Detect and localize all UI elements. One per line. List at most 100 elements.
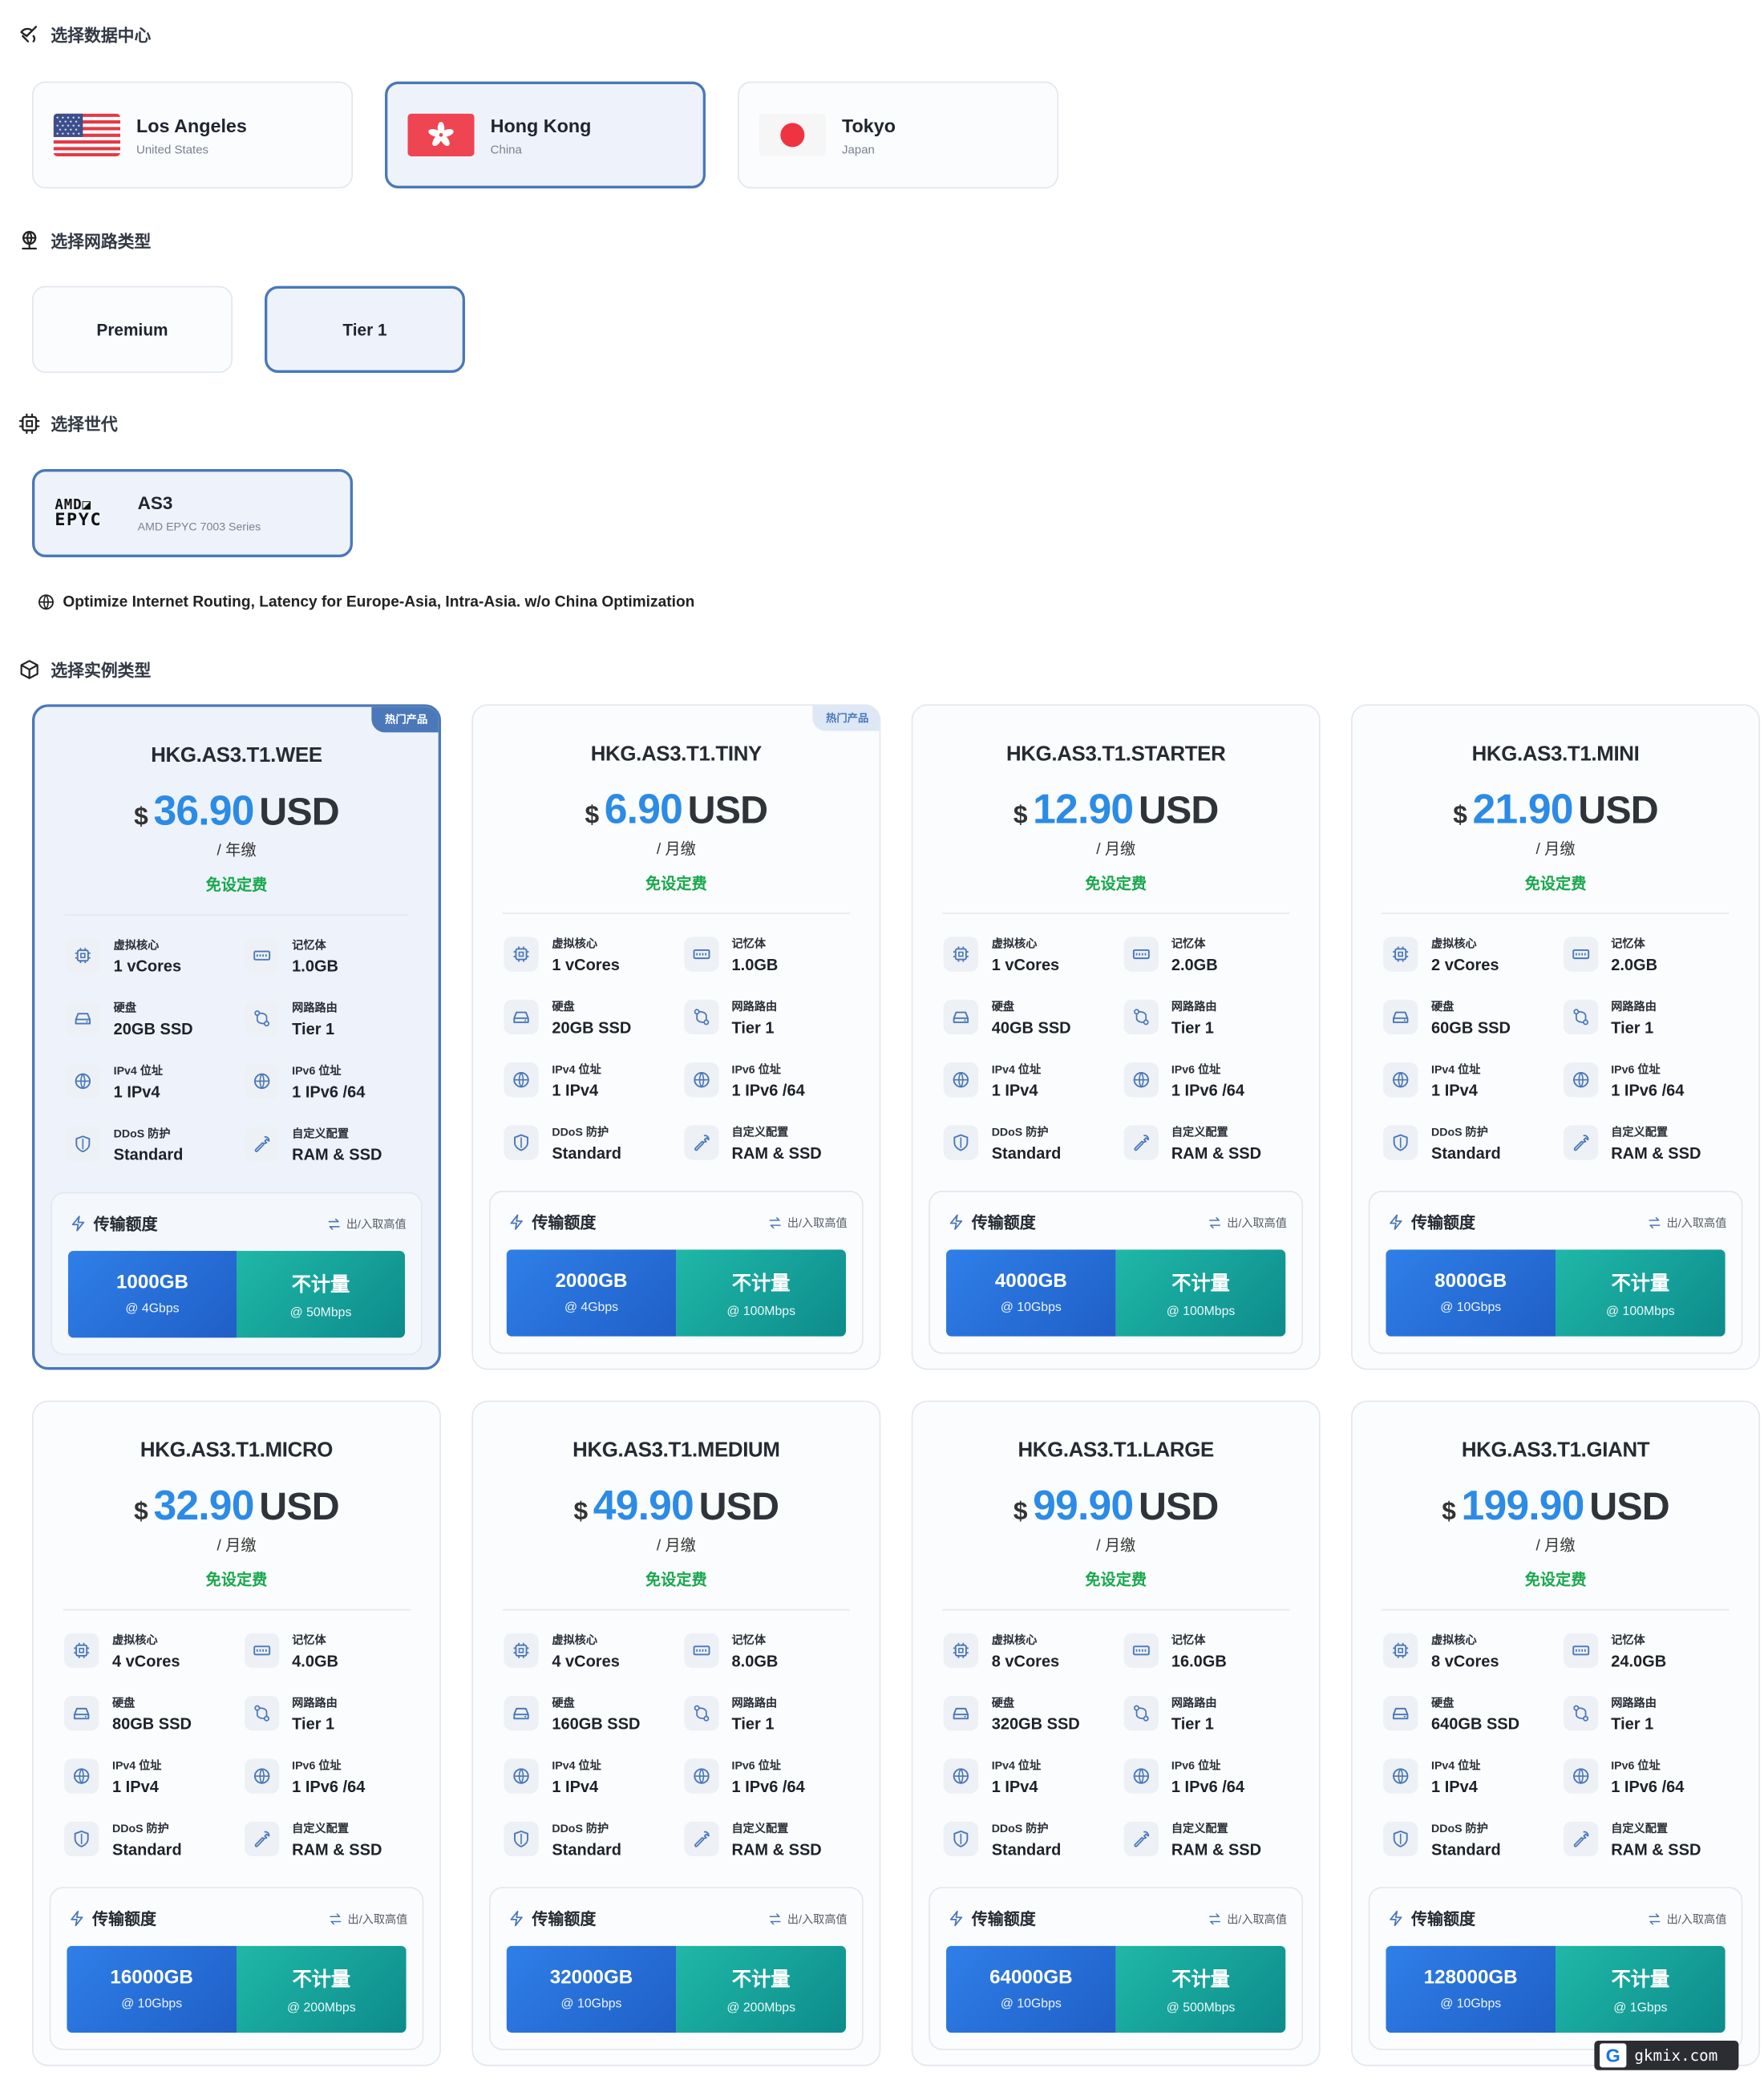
spec-route: 网路路由 Tier 1 xyxy=(683,996,864,1038)
spec-value: 1 IPv6 /64 xyxy=(1611,1080,1685,1099)
plan-card-hkg-as3-t1-micro[interactable]: HKG.AS3.T1.MICRO $ 32.90 USD / 月缴 免设定费 虚… xyxy=(32,1400,442,2066)
globe-icon xyxy=(943,1758,979,1794)
us-flag-icon xyxy=(53,113,121,157)
spec-value: Tier 1 xyxy=(731,1018,775,1037)
spec-ipv6: IPv6 位址 1 IPv6 /64 xyxy=(1123,1754,1303,1797)
spec-disk: 硬盘 320GB SSD xyxy=(943,1692,1123,1734)
spec-value: RAM & SSD xyxy=(1611,1839,1701,1859)
transfer-bar: 32000GB @ 10Gbps 不计量 @ 200Mbps xyxy=(506,1945,847,2033)
plan-card-hkg-as3-t1-giant[interactable]: HKG.AS3.T1.GIANT $ 199.90 USD / 月缴 免设定费 … xyxy=(1351,1400,1761,2066)
spec-grid: 虚拟核心 8 vCores 记忆体 16.0GB 硬盘 320GB SSD 网路路由 T… xyxy=(912,1610,1319,1860)
spec-label: IPv4 位址 xyxy=(1431,1758,1481,1772)
globe-icon xyxy=(504,1062,539,1098)
transfer-title: 传输额度 xyxy=(508,1211,596,1233)
transfer-hint: 出/入取高值 xyxy=(329,1911,407,1927)
generation-as3[interactable]: AMD◪ EPYC AS3 AMD EPYC 7003 Series xyxy=(32,469,354,558)
price-unit: USD xyxy=(698,1486,779,1529)
transfer-title: 传输额度 xyxy=(948,1211,1036,1233)
spec-value: RAM & SSD xyxy=(731,1143,822,1163)
spec-value: Tier 1 xyxy=(1611,1714,1654,1733)
transfer-panel: 传输额度 出/入取高值 16000GB @ 10Gbps 不计量 @ 200Mb… xyxy=(49,1887,424,2050)
spec-value: 1 IPv6 /64 xyxy=(731,1080,805,1099)
transfer-unmetered: 不计量 @ 100Mbps xyxy=(676,1249,847,1337)
datacenter-hong-kong[interactable]: Hong Kong China xyxy=(385,81,706,189)
spec-disk: 硬盘 160GB SSD xyxy=(504,1692,683,1734)
route-icon xyxy=(244,1001,279,1036)
spec-label: IPv6 位址 xyxy=(731,1758,781,1772)
spec-label: 自定义配置 xyxy=(731,1820,789,1835)
plan-card-hkg-as3-t1-large[interactable]: HKG.AS3.T1.LARGE $ 99.90 USD / 月缴 免设定费 虚… xyxy=(911,1400,1321,2066)
spec-custom: 自定义配置 RAM & SSD xyxy=(1563,1818,1742,1860)
network-tier1[interactable]: Tier 1 xyxy=(265,285,466,374)
unmetered-label: 不计量 xyxy=(292,1969,351,1991)
globe-icon xyxy=(683,1758,718,1794)
spec-value: 1.0GB xyxy=(292,956,338,975)
spec-disk: 硬盘 640GB SSD xyxy=(1383,1692,1563,1734)
lightning-icon xyxy=(949,1910,963,1927)
transfer-amount: 8000GB xyxy=(1434,1271,1507,1293)
spec-value: 8 vCores xyxy=(991,1651,1060,1670)
plan-card-hkg-as3-t1-wee[interactable]: 热门产品 HKG.AS3.T1.WEE $ 36.90 USD / 年缴 免设定… xyxy=(32,704,442,1370)
globe-icon xyxy=(1563,1062,1598,1098)
spec-value: Tier 1 xyxy=(1171,1714,1214,1733)
cpu-icon xyxy=(943,937,979,972)
memory-icon xyxy=(1563,1633,1598,1669)
datacenter-name: Los Angeles xyxy=(136,114,247,136)
spec-label: 自定义配置 xyxy=(1611,1124,1669,1139)
swap-arrows-icon xyxy=(1209,1216,1221,1228)
plan-card-hkg-as3-t1-starter[interactable]: HKG.AS3.T1.STARTER $ 12.90 USD / 月缴 免设定费… xyxy=(911,704,1321,1370)
datacenter-name: Tokyo xyxy=(842,114,896,136)
spec-value: 2.0GB xyxy=(1171,954,1218,974)
transfer-panel: 传输额度 出/入取高值 64000GB @ 10Gbps 不计量 @ 500Mb… xyxy=(929,1887,1304,2050)
transfer-panel: 传输额度 出/入取高值 8000GB @ 10Gbps 不计量 @ 100Mbp… xyxy=(1368,1191,1743,1354)
datacenter-los-angeles[interactable]: Los Angeles United States xyxy=(32,81,354,189)
transfer-hint-text: 出/入取高值 xyxy=(1227,1912,1288,1925)
transfer-label: 传输额度 xyxy=(971,1909,1036,1929)
spec-value: Tier 1 xyxy=(731,1714,775,1733)
section-label: 选择实例类型 xyxy=(51,662,152,681)
cpu-icon xyxy=(504,1633,539,1669)
plan-card-hkg-as3-t1-medium[interactable]: HKG.AS3.T1.MEDIUM $ 49.90 USD / 月缴 免设定费 … xyxy=(471,1400,881,2066)
spec-ddos: DDoS 防护 Standard xyxy=(65,1123,245,1165)
cpu-chip-icon xyxy=(18,412,40,434)
cube-icon xyxy=(20,659,38,679)
price-currency: $ xyxy=(134,803,148,832)
shield-icon xyxy=(1383,1821,1418,1857)
unmetered-speed: @ 100Mbps xyxy=(1606,1303,1675,1319)
transfer-quota: 2000GB @ 4Gbps xyxy=(506,1249,677,1337)
billing-period: / 年缴 xyxy=(216,843,257,860)
transfer-quota: 8000GB @ 10Gbps xyxy=(1386,1249,1556,1337)
spec-value: 8 vCores xyxy=(1431,1651,1499,1670)
route-icon xyxy=(683,1696,718,1731)
spec-grid: 虚拟核心 1 vCores 记忆体 1.0GB 硬盘 20GB SSD 网路路由 Tie… xyxy=(473,914,880,1164)
transfer-bar: 4000GB @ 10Gbps 不计量 @ 100Mbps xyxy=(946,1249,1286,1337)
spec-ipv4: IPv4 位址 1 IPv4 xyxy=(504,1058,683,1101)
datacenter-tokyo[interactable]: Tokyo Japan xyxy=(738,81,1059,189)
plan-name: HKG.AS3.T1.STARTER xyxy=(1005,743,1226,767)
spec-value: 1 IPv4 xyxy=(991,1080,1038,1099)
network-premium[interactable]: Premium xyxy=(32,285,233,374)
plan-card-hkg-as3-t1-mini[interactable]: HKG.AS3.T1.MINI $ 21.90 USD / 月缴 免设定费 虚拟… xyxy=(1351,704,1761,1370)
unmetered-speed: @ 100Mbps xyxy=(726,1303,795,1319)
route-icon xyxy=(1123,999,1159,1035)
spec-label: DDoS 防护 xyxy=(552,1820,609,1835)
plan-name: HKG.AS3.T1.MEDIUM xyxy=(572,1439,780,1463)
price-unit: USD xyxy=(687,790,768,833)
shield-icon xyxy=(504,1821,539,1857)
spec-value: 60GB SSD xyxy=(1431,1018,1511,1037)
transfer-title: 传输额度 xyxy=(70,1212,158,1235)
plan-name: HKG.AS3.T1.MICRO xyxy=(140,1439,334,1463)
spec-ipv4: IPv4 位址 1 IPv4 xyxy=(65,1060,245,1103)
transfer-panel: 传输额度 出/入取高值 4000GB @ 10Gbps 不计量 @ 100Mbp… xyxy=(929,1191,1304,1354)
spec-memory: 记忆体 4.0GB xyxy=(244,1629,423,1672)
plan-price: $ 12.90 USD xyxy=(912,786,1319,834)
plan-card-hkg-as3-t1-tiny[interactable]: 热门产品 HKG.AS3.T1.TINY $ 6.90 USD / 月缴 免设定… xyxy=(471,704,881,1370)
spec-route: 网路路由 Tier 1 xyxy=(683,1692,864,1734)
spec-value: 8.0GB xyxy=(731,1651,779,1670)
no-setup-fee: 免设定费 xyxy=(1524,1572,1587,1589)
transfer-hint: 出/入取高值 xyxy=(1648,1911,1726,1927)
spec-value: 1 IPv4 xyxy=(112,1776,159,1796)
swap-arrows-icon xyxy=(1209,1912,1221,1924)
transfer-amount: 32000GB xyxy=(549,1967,633,1989)
spec-label: IPv4 位址 xyxy=(552,1758,601,1772)
